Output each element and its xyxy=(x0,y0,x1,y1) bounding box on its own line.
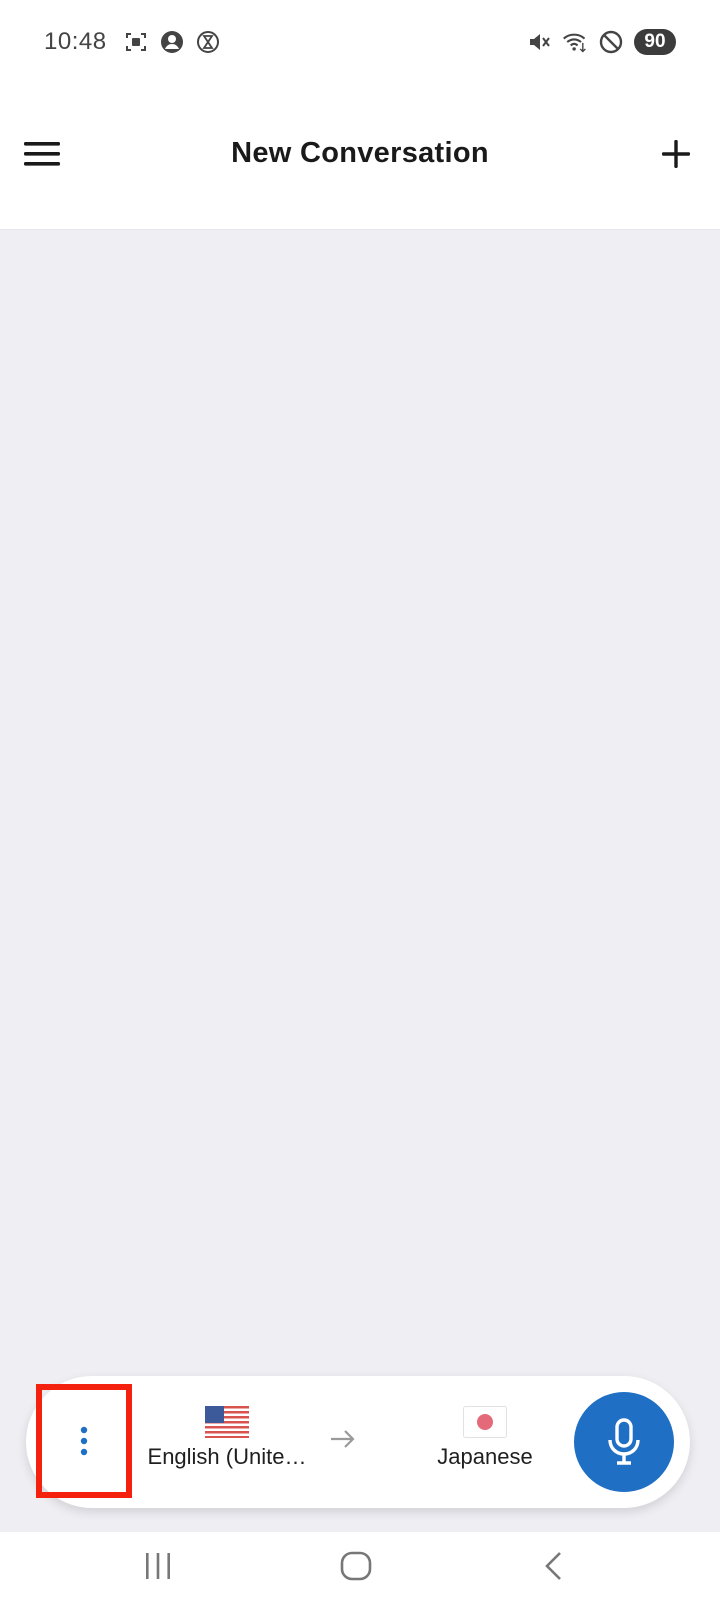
screenshot-icon xyxy=(123,29,149,55)
microphone-icon xyxy=(608,1418,640,1465)
system-nav-bar xyxy=(0,1532,720,1600)
account-icon xyxy=(159,29,185,55)
japan-flag-icon xyxy=(463,1406,507,1438)
status-left: 10:48 xyxy=(44,28,221,56)
plus-icon xyxy=(662,140,690,168)
home-icon xyxy=(340,1551,372,1581)
back-button[interactable] xyxy=(534,1550,574,1582)
language-direction-arrow[interactable] xyxy=(328,1424,358,1454)
app-bar: New Conversation xyxy=(0,84,720,230)
recent-apps-button[interactable] xyxy=(138,1550,178,1582)
back-icon xyxy=(545,1552,561,1580)
new-conversation-button[interactable] xyxy=(658,136,694,172)
mute-icon xyxy=(526,29,552,55)
do-not-disturb-icon xyxy=(598,29,624,55)
page-title: New Conversation xyxy=(231,137,489,169)
conversation-area xyxy=(0,230,720,1532)
source-language-selector[interactable]: English (Unite… xyxy=(142,1406,312,1470)
target-language-label: Japanese xyxy=(437,1444,533,1469)
hourglass-icon xyxy=(195,29,221,55)
us-flag-icon xyxy=(205,1406,249,1438)
screen: 10:48 90 New Conversation English (Unite… xyxy=(0,0,720,1600)
translation-control-bar: English (Unite… Japanese xyxy=(26,1376,690,1508)
status-right: 90 xyxy=(526,29,676,55)
status-bar: 10:48 90 xyxy=(0,0,720,84)
battery-indicator: 90 xyxy=(634,29,676,55)
wifi-icon xyxy=(562,29,588,55)
more-vertical-icon xyxy=(80,1426,88,1456)
target-language-selector[interactable]: Japanese xyxy=(400,1406,570,1470)
arrow-right-icon xyxy=(331,1430,355,1448)
recent-apps-icon xyxy=(146,1553,170,1579)
home-button[interactable] xyxy=(336,1550,376,1582)
microphone-button[interactable] xyxy=(574,1392,674,1492)
more-options-button[interactable] xyxy=(36,1384,132,1498)
status-time: 10:48 xyxy=(44,28,107,55)
source-language-label: English (Unite… xyxy=(147,1444,307,1469)
